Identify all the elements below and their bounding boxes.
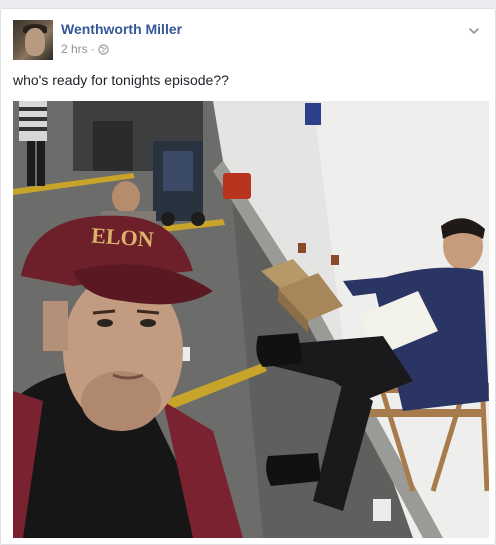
avatar-face — [25, 28, 45, 56]
post-text: who's ready for tonights episode?? — [13, 72, 229, 88]
post-header: Wenthworth Miller 2 hrs · — [13, 20, 483, 62]
author-name-link[interactable]: Wenthworth Miller — [61, 21, 182, 37]
cap-lettering: ELON — [90, 223, 154, 252]
post-photo[interactable]: ELON — [13, 101, 489, 538]
meta-separator: · — [90, 42, 95, 56]
post-meta: 2 hrs · — [61, 42, 109, 56]
feed-post: Wenthworth Miller 2 hrs · who's ready fo… — [0, 8, 496, 545]
chevron-down-icon[interactable] — [467, 24, 481, 38]
post-timestamp[interactable]: 2 hrs — [61, 42, 88, 56]
author-avatar[interactable] — [13, 20, 53, 60]
globe-icon[interactable] — [98, 43, 109, 55]
photo-illustration: ELON — [13, 101, 489, 538]
